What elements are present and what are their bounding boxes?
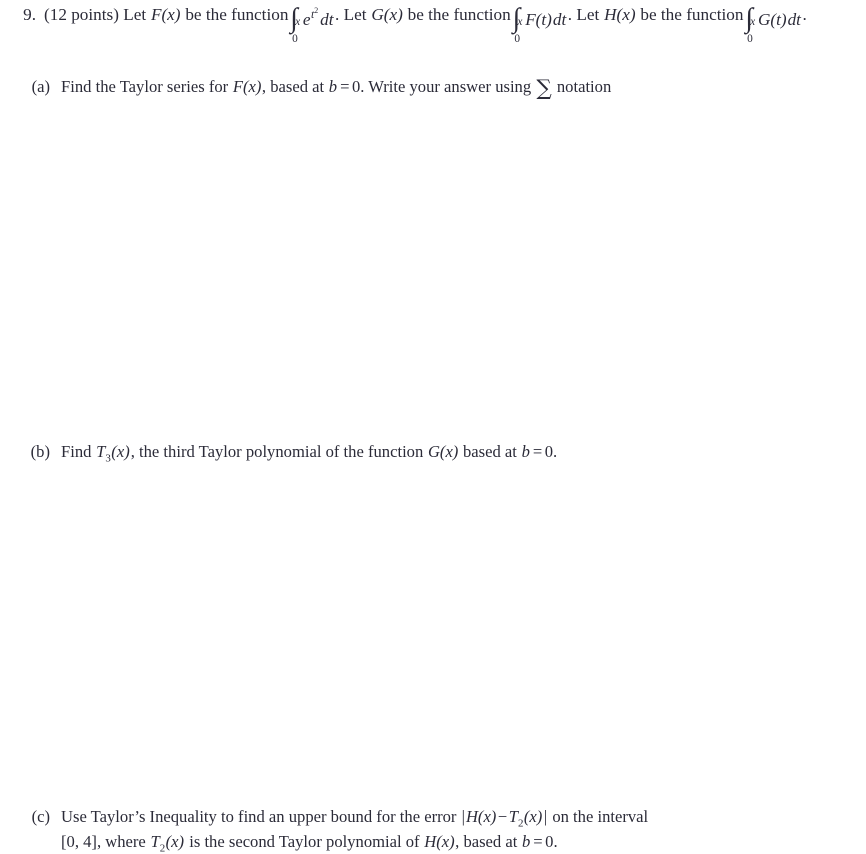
part-a-text-3: . Write your answer using [360, 77, 532, 96]
stem-period-1: . [335, 5, 340, 24]
part-a: (a) Find the Taylor series for F(x), bas… [16, 74, 866, 101]
part-c-text-4: is the second Taylor polynomial of [189, 832, 420, 851]
problem-number: 9. [23, 5, 36, 24]
part-b-math-G: G(x) [427, 442, 459, 461]
part-a-text: Find the Taylor series for F(x), based a… [50, 74, 866, 101]
part-c-equals: = [533, 832, 543, 851]
part-c: (c) Use Taylor’s Inequality to find an u… [16, 804, 866, 854]
part-b-equals: = [532, 442, 543, 461]
stem-text-1: Let [123, 5, 147, 24]
part-c-T-argument: (x) [523, 807, 543, 826]
integral-lower-limit: 0 [747, 32, 753, 45]
stem-text-2: be the function [185, 5, 289, 24]
part-c-minus: − [497, 807, 508, 826]
integrand-G-of-t: G(t) [757, 10, 787, 30]
integral-expression-2: ∫ x 0 F(t)dt [513, 5, 567, 45]
differential-dt: dt [318, 10, 334, 30]
part-b-text: Find T3(x), the third Taylor polynomial … [50, 439, 866, 464]
problem-statement-text: (12 points) Let F(x) be the function∫ x 0 … [36, 0, 866, 45]
part-b-T-subscript: 3 [105, 452, 111, 465]
integral-lower-limit: 0 [514, 32, 521, 45]
answer-space-b [50, 470, 830, 796]
part-b-math-b: b [521, 442, 530, 461]
part-b-text-3: based at [463, 442, 517, 461]
stem-text-6: be the function [640, 5, 744, 24]
stem-period-3: . [802, 5, 807, 24]
function-H-definition: H(x) [604, 5, 636, 24]
part-b-label: (b) [30, 442, 50, 461]
part-c-text-5: , based at [455, 832, 518, 851]
stem-text-5: Let [576, 5, 600, 24]
integrand-F-of-t: F(t) [525, 10, 552, 30]
part-a-math-F: F(x) [232, 77, 262, 96]
function-F-definition: F(x) [150, 5, 181, 24]
part-a-equals: = [340, 77, 350, 96]
function-G-definition: G(x) [371, 5, 403, 24]
summation-sigma-icon: ∑ [536, 76, 552, 102]
part-c-text-1: Use Taylor’s Inequality to find an upper… [61, 807, 457, 826]
part-c-second-line: [0, 4], where T2(x) is the second Taylor… [61, 829, 860, 854]
part-b-period: . [553, 442, 558, 461]
part-b: (b) Find T3(x), the third Taylor polynom… [16, 439, 866, 464]
points-note: (12 points) [44, 5, 119, 24]
part-c-interval: [0, 4] [61, 832, 97, 851]
part-c-math-H: H(x) [465, 807, 497, 826]
integral-expression-1: ∫ x 0 et2 dt [290, 5, 334, 45]
integral-expression-3: ∫ x 0 G(t)dt [745, 5, 801, 45]
part-c-math-b: b [522, 832, 531, 851]
differential-dt: dt [787, 10, 801, 30]
part-a-label: (a) [31, 77, 50, 96]
differential-dt: dt [552, 10, 567, 30]
part-c-text-2: on the interval [552, 807, 649, 826]
exam-page: 9. (12 points) Let F(x) be the function∫… [0, 0, 866, 854]
part-a-zero: 0 [351, 77, 361, 96]
part-c-label: (c) [31, 807, 50, 826]
part-b-text-2: , the third Taylor polynomial of the fun… [130, 442, 424, 461]
part-c-text-3: , where [96, 832, 146, 851]
part-a-math-b: b [328, 77, 338, 96]
stem-text-4: be the function [407, 5, 511, 24]
integrand-e: e [302, 10, 311, 30]
part-c-error-expression: |H(x)−T2(x)| [461, 807, 549, 830]
part-b-zero: 0 [544, 442, 554, 461]
part-c-period: . [553, 832, 558, 851]
part-a-text-2: , based at [261, 77, 325, 96]
stem-text-3: Let [343, 5, 367, 24]
problem-9: 9. (12 points) Let F(x) be the function∫… [0, 0, 866, 45]
part-a-text-1: Find the Taylor series for [61, 77, 229, 96]
part-b-math-T: T3(x) [96, 442, 130, 465]
part-a-text-4: notation [556, 77, 612, 96]
part-c-T2-argument: (x) [165, 832, 185, 851]
part-c-math-H2: H(x) [424, 832, 455, 851]
answer-space-a [50, 104, 830, 432]
stem-period-2: . [567, 5, 573, 24]
part-b-T-argument: (x) [111, 442, 130, 461]
part-c-math-T: T2(x) [508, 807, 543, 830]
part-c-text: Use Taylor’s Inequality to find an upper… [50, 804, 866, 854]
problem-statement-row: 9. (12 points) Let F(x) be the function∫… [0, 0, 866, 45]
part-b-text-1: Find [61, 442, 92, 461]
integral-lower-limit: 0 [292, 32, 298, 45]
abs-bar-close: | [543, 807, 548, 826]
part-c-math-T2: T2(x) [150, 832, 185, 854]
